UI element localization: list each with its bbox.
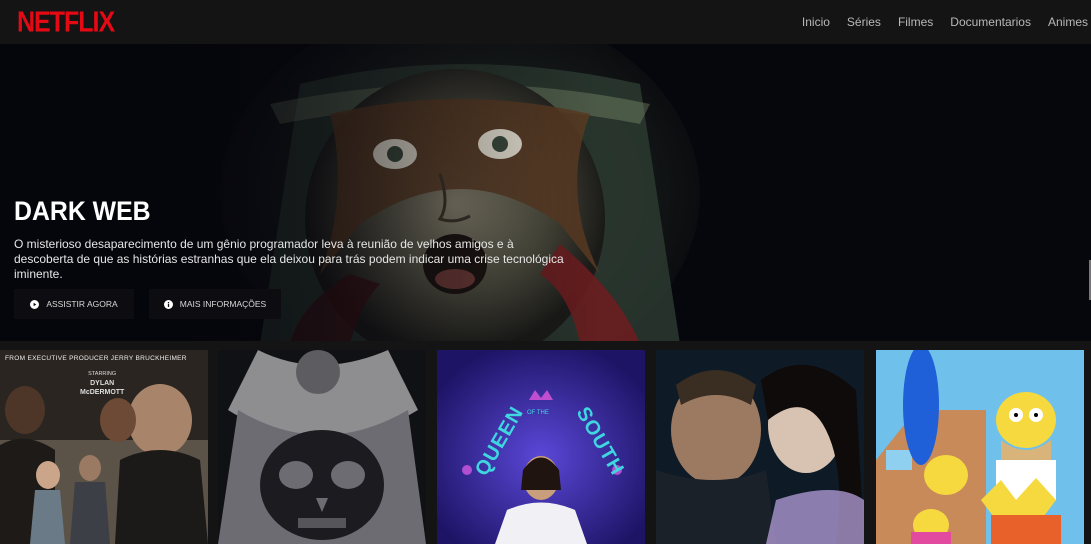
poster-image [218,350,426,544]
poster-card[interactable]: FROM EXECUTIVE PRODUCER JERRY BRUCKHEIME… [0,350,208,544]
hero-description: O misterioso desaparecimento de um gênio… [14,237,564,281]
nav-item-filmes[interactable]: Filmes [898,15,933,29]
poster-image [656,350,864,544]
title-row: FROM EXECUTIVE PRODUCER JERRY BRUCKHEIME… [0,341,1091,544]
nav-item-animes[interactable]: Animes [1048,15,1088,29]
poster-actor-last: McDERMOTT [80,389,125,396]
hero-banner: DARK WEB O misterioso desaparecimento de… [0,44,1091,341]
more-info-button-label: MAIS INFORMAÇÕES [179,299,267,309]
top-bar: NETFLIX Inicio Séries Filmes Documentari… [0,0,1091,44]
poster-image [876,350,1084,544]
nav-item-inicio[interactable]: Inicio [802,15,830,29]
play-icon [30,299,40,309]
poster-title-word-2: OF THE [527,410,549,416]
poster-actor-first: DYLAN [90,380,115,387]
main-nav: Inicio Séries Filmes Documentarios Anime… [802,15,1088,29]
poster-card[interactable] [656,350,864,544]
poster-title-word-1: QUEEN [471,402,529,480]
poster-title: QUEEN OF THE SOUTH [447,403,637,510]
more-info-button[interactable]: MAIS INFORMAÇÕES [149,289,281,319]
netflix-logo[interactable]: NETFLIX [17,6,115,39]
nav-item-documentarios[interactable]: Documentarios [950,15,1031,29]
poster-starring-label: STARRING [88,371,117,377]
play-button[interactable]: ASSISTIR AGORA [14,289,134,319]
hero-title: DARK WEB [14,196,151,226]
poster-starring: STARRING DYLAN McDERMOTT [80,370,124,397]
play-button-label: ASSISTIR AGORA [46,299,118,309]
poster-card[interactable]: QUEEN OF THE SOUTH [437,350,645,544]
nav-item-series[interactable]: Séries [847,15,881,29]
info-icon [163,299,173,309]
poster-card[interactable] [218,350,426,544]
poster-card[interactable] [876,350,1084,544]
poster-title-word-3: SOUTH [571,403,629,480]
poster-tagline: FROM EXECUTIVE PRODUCER JERRY BRUCKHEIME… [5,355,187,362]
